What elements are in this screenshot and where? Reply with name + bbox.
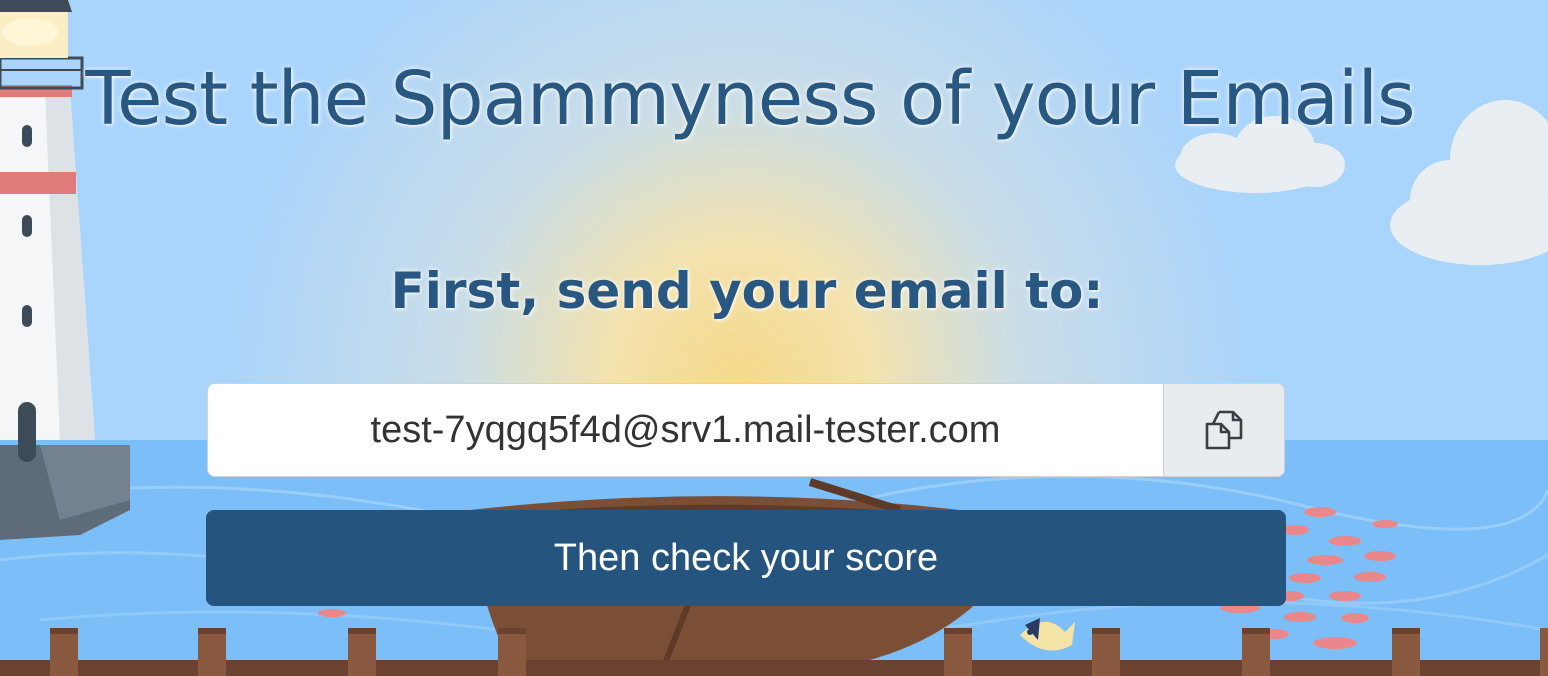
- copy-address-button[interactable]: [1163, 384, 1284, 476]
- copy-icon: [1203, 408, 1245, 453]
- page-title: Test the Spammyness of your Emails: [85, 56, 1415, 142]
- test-address-input[interactable]: [208, 384, 1163, 476]
- check-score-button[interactable]: Then check your score: [206, 510, 1286, 606]
- test-address-group: [207, 383, 1285, 477]
- send-instruction: First, send your email to:: [390, 262, 1104, 320]
